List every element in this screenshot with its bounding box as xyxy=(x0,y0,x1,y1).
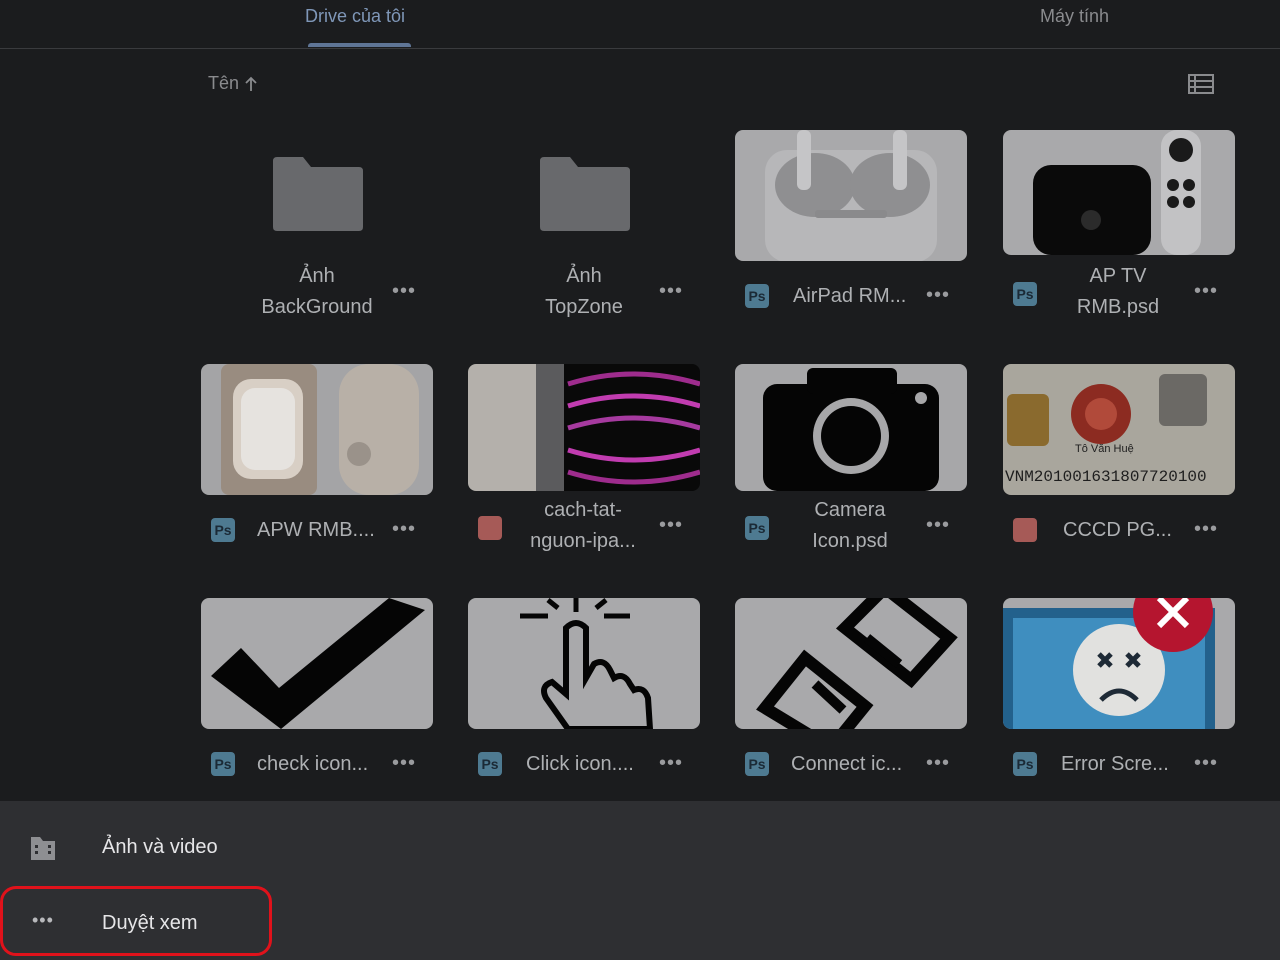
highlight-annotation xyxy=(0,886,272,956)
file-item-psd[interactable]: Ps Error Scre... ••• xyxy=(1003,598,1237,788)
check-icon xyxy=(211,598,425,729)
more-options-button[interactable]: ••• xyxy=(659,280,683,303)
file-thumbnail xyxy=(201,364,433,495)
airpods-thumbnail-art xyxy=(765,130,937,261)
photo-video-icon xyxy=(31,837,55,860)
file-thumbnail xyxy=(468,598,700,729)
file-item-psd[interactable]: Ps Connect ic... ••• xyxy=(735,598,969,788)
apple-watch-thumbnail-art xyxy=(221,364,419,495)
file-item-psd[interactable]: Ps APW RMB.... ••• xyxy=(201,364,435,564)
file-item-image[interactable]: Tô Văn Huệ VNM201001631807720100 CCCD PG… xyxy=(1003,364,1237,564)
sort-label: Tên xyxy=(208,73,240,93)
file-item-psd[interactable]: Ps Camera Icon.psd ••• xyxy=(735,364,969,564)
file-thumbnail xyxy=(1003,598,1235,729)
more-options-button[interactable]: ••• xyxy=(1194,518,1218,541)
sheet-item-label: Ảnh và video xyxy=(102,836,218,858)
photoshop-file-icon: Ps xyxy=(745,516,769,540)
error-screen-icon xyxy=(1003,598,1215,729)
tab-bar: Drive của tôi Máy tính xyxy=(0,0,1280,49)
active-tab-indicator xyxy=(308,43,411,47)
file-name: check icon... xyxy=(257,753,369,775)
file-thumbnail xyxy=(735,130,967,261)
more-options-button[interactable]: ••• xyxy=(659,514,683,537)
connect-plug-icon xyxy=(756,598,958,729)
file-name: Ảnh TopZone xyxy=(545,265,623,318)
more-options-button[interactable]: ••• xyxy=(392,518,416,541)
click-hand-icon xyxy=(520,598,654,729)
camera-icon xyxy=(763,368,939,491)
photoshop-file-icon: Ps xyxy=(745,752,769,776)
file-name: APW RMB.... xyxy=(257,519,375,541)
file-thumbnail xyxy=(468,364,700,491)
more-options-button[interactable]: ••• xyxy=(926,514,950,537)
file-name: CCCD PG... xyxy=(1063,519,1172,541)
more-options-button[interactable]: ••• xyxy=(659,752,683,775)
photoshop-file-icon: Ps xyxy=(211,752,235,776)
id-card-mrz: VNM201001631807720100 xyxy=(1005,468,1207,486)
image-file-icon xyxy=(478,516,502,540)
file-name: Connect ic... xyxy=(791,753,903,775)
more-options-button[interactable]: ••• xyxy=(1194,280,1218,303)
file-item-folder[interactable]: Ảnh TopZone ••• xyxy=(468,130,702,330)
file-name: Camera Icon.psd xyxy=(812,499,888,552)
file-name: Ảnh BackGround xyxy=(261,265,373,318)
file-thumbnail xyxy=(1003,130,1235,255)
tab-my-drive[interactable]: Drive của tôi xyxy=(305,6,405,27)
sort-control[interactable]: Tên xyxy=(208,73,259,94)
file-thumbnail xyxy=(735,364,967,491)
file-item-image[interactable]: cach-tat-nguon-ipa... ••• xyxy=(468,364,702,564)
list-view-icon[interactable] xyxy=(1188,73,1214,95)
photoshop-file-icon: Ps xyxy=(1013,282,1037,306)
folder-icon xyxy=(273,157,363,231)
file-thumbnail xyxy=(201,598,433,729)
file-name: Error Scre... xyxy=(1061,753,1169,775)
more-options-button[interactable]: ••• xyxy=(926,752,950,775)
photoshop-file-icon: Ps xyxy=(478,752,502,776)
file-thumbnail: Tô Văn Huệ VNM201001631807720100 xyxy=(1003,364,1235,495)
more-options-button[interactable]: ••• xyxy=(392,752,416,775)
file-item-psd[interactable]: Ps AP TV RMB.psd ••• xyxy=(1003,130,1237,330)
photoshop-file-icon: Ps xyxy=(211,518,235,542)
file-item-psd[interactable]: Ps AirPad RM... ••• xyxy=(735,130,969,330)
arrow-up-icon xyxy=(245,76,257,91)
folder-icon xyxy=(540,157,630,231)
photoshop-file-icon: Ps xyxy=(1013,752,1037,776)
image-file-icon xyxy=(1013,518,1037,542)
tab-computers[interactable]: Máy tính xyxy=(1040,6,1109,27)
file-thumbnail xyxy=(735,598,967,729)
file-name: AP TV RMB.psd xyxy=(1076,265,1160,318)
file-item-folder[interactable]: Ảnh BackGround ••• xyxy=(201,130,435,330)
file-item-psd[interactable]: Ps check icon... ••• xyxy=(201,598,435,788)
file-item-psd[interactable]: Ps Click icon.... ••• xyxy=(468,598,702,788)
more-options-button[interactable]: ••• xyxy=(926,284,950,307)
photoshop-file-icon: Ps xyxy=(745,284,769,308)
more-options-button[interactable]: ••• xyxy=(1194,752,1218,775)
ipad-wallpaper-thumbnail-art xyxy=(468,364,700,491)
sheet-item-photos-videos[interactable]: Ảnh và video xyxy=(0,819,1280,879)
id-card-thumbnail-art: Tô Văn Huệ VNM201001631807720100 xyxy=(1005,374,1207,486)
apple-tv-thumbnail-art xyxy=(1033,130,1201,255)
id-card-name: Tô Văn Huệ xyxy=(1075,443,1134,455)
file-name: cach-tat-nguon-ipa... xyxy=(530,499,636,552)
file-name: Click icon.... xyxy=(526,753,634,775)
file-name: AirPad RM... xyxy=(793,285,907,307)
more-options-button[interactable]: ••• xyxy=(392,280,416,303)
